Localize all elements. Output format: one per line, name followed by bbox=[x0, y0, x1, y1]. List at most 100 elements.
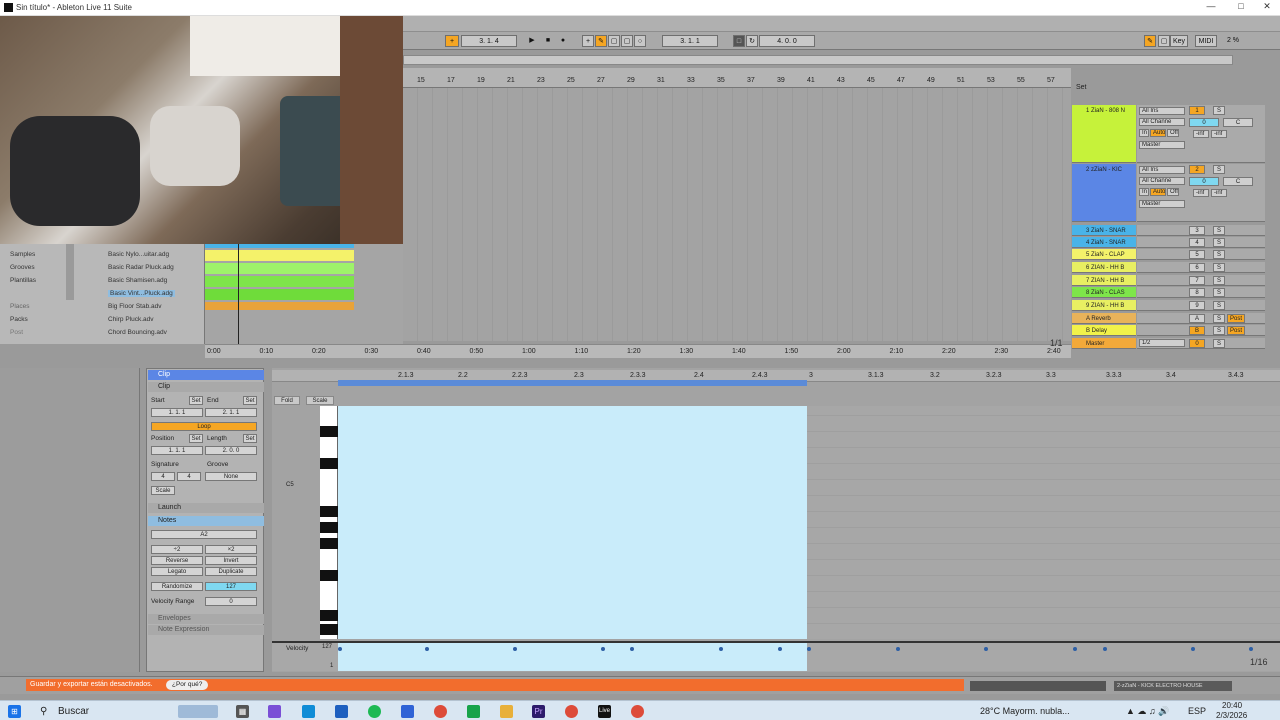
monitor-in-button[interactable]: In bbox=[1139, 188, 1149, 196]
output-select[interactable]: Master bbox=[1139, 200, 1185, 208]
velocity-marker[interactable] bbox=[338, 647, 342, 651]
stop-button[interactable]: ■ bbox=[542, 35, 554, 47]
length-set-button[interactable]: Set bbox=[243, 434, 257, 443]
note-name-field[interactable]: A2 bbox=[151, 530, 257, 539]
browser-file-item[interactable]: Basic Shamisen.adg bbox=[108, 277, 167, 284]
key-map-button[interactable]: Key bbox=[1170, 35, 1188, 47]
duplicate-button[interactable]: Duplicate bbox=[205, 567, 257, 576]
track-pan[interactable]: C bbox=[1223, 118, 1253, 127]
input-channel-select[interactable]: All Channe bbox=[1139, 118, 1185, 126]
browser-file-item[interactable]: Basic Nylo...uitar.adg bbox=[108, 251, 169, 258]
track-activator[interactable]: 3 bbox=[1189, 226, 1205, 235]
note-grid-inactive[interactable] bbox=[807, 406, 1280, 639]
track-header[interactable]: 7 ZIAN - HH B bbox=[1072, 275, 1136, 286]
browser-file-item[interactable]: Big Floor Stab.adv bbox=[108, 303, 161, 310]
position-set-button[interactable]: Set bbox=[189, 434, 203, 443]
language-indicator[interactable]: ESP bbox=[1188, 706, 1206, 716]
chrome-app-icon[interactable] bbox=[631, 705, 644, 718]
spotify-icon[interactable] bbox=[368, 705, 381, 718]
track-header[interactable]: B Delay bbox=[1072, 325, 1136, 336]
start-set-button[interactable]: Set bbox=[189, 396, 203, 405]
browser-file-item[interactable]: Chirp Pluck.adv bbox=[108, 316, 154, 323]
solo-button[interactable]: S bbox=[1213, 301, 1225, 310]
black-key[interactable] bbox=[320, 624, 338, 635]
computer-midi-button[interactable]: ▢ bbox=[1158, 35, 1170, 47]
monitor-off-button[interactable]: Off bbox=[1167, 129, 1179, 137]
velocity-active-region[interactable] bbox=[338, 643, 807, 671]
black-key[interactable] bbox=[320, 538, 338, 549]
browser-file-item[interactable]: Basic Radar Pluck.adg bbox=[108, 264, 174, 271]
taskbar-search[interactable]: Buscar bbox=[58, 706, 89, 717]
monitor-off-button[interactable]: Off bbox=[1167, 188, 1179, 196]
edge-icon[interactable] bbox=[302, 705, 315, 718]
randomize-amount[interactable]: 127 bbox=[205, 582, 257, 591]
automation-arm-button[interactable]: ✎ bbox=[595, 35, 607, 47]
velocity-marker[interactable] bbox=[896, 647, 900, 651]
black-key[interactable] bbox=[320, 506, 338, 517]
track-activator[interactable]: A bbox=[1189, 314, 1205, 323]
solo-button[interactable]: S bbox=[1213, 165, 1225, 174]
velocity-marker[interactable] bbox=[1191, 647, 1195, 651]
monitor-in-button[interactable]: In bbox=[1139, 129, 1149, 137]
premiere-icon[interactable]: Pr bbox=[532, 705, 545, 718]
piano-roll-keys[interactable] bbox=[320, 406, 338, 639]
draw-mode-button[interactable]: ✎ bbox=[1144, 35, 1156, 47]
track-activator[interactable]: 5 bbox=[1189, 250, 1205, 259]
record-button[interactable]: ● bbox=[557, 35, 569, 47]
solo-button[interactable]: S bbox=[1213, 238, 1225, 247]
track-activator[interactable]: 7 bbox=[1189, 276, 1205, 285]
track-activator[interactable]: 6 bbox=[1189, 263, 1205, 272]
track-header[interactable]: 8 ZiaN - CLAS bbox=[1072, 287, 1136, 298]
length-field[interactable]: 2. 0. 0 bbox=[205, 446, 257, 455]
envelopes-section[interactable]: Envelopes bbox=[148, 614, 264, 624]
weather-widget[interactable]: 28°C Mayorm. nubla... bbox=[980, 706, 1070, 716]
end-set-button[interactable]: Set bbox=[243, 396, 257, 405]
track-activator[interactable]: 8 bbox=[1189, 288, 1205, 297]
tray-icons[interactable]: ▲ ☁ ♫ 🔊 bbox=[1126, 706, 1169, 717]
play-button[interactable]: ▶ bbox=[526, 35, 538, 47]
reverse-button[interactable]: Reverse bbox=[151, 556, 203, 565]
velocity-marker[interactable] bbox=[513, 647, 517, 651]
velocity-marker[interactable] bbox=[778, 647, 782, 651]
solo-button[interactable]: S bbox=[1213, 288, 1225, 297]
half-tempo-button[interactable]: ÷2 bbox=[151, 545, 203, 554]
why-link[interactable]: ¿Por qué? bbox=[166, 680, 209, 690]
input-channel-select[interactable]: All Channe bbox=[1139, 177, 1185, 185]
input-type-select[interactable]: All Ins bbox=[1139, 166, 1185, 174]
mail-icon[interactable] bbox=[335, 705, 348, 718]
black-key[interactable] bbox=[320, 458, 338, 469]
velocity-marker[interactable] bbox=[630, 647, 634, 651]
legato-button[interactable]: Legato bbox=[151, 567, 203, 576]
track-header[interactable]: 1 ZiaN - 808 N bbox=[1072, 105, 1136, 163]
position-field[interactable]: 1. 1. 1 bbox=[151, 446, 203, 455]
track-header[interactable]: 4 ZiaN - SNAR bbox=[1072, 237, 1136, 248]
track-activator[interactable]: 9 bbox=[1189, 301, 1205, 310]
track-header[interactable]: 6 ZIAN - HH B bbox=[1072, 262, 1136, 273]
track-activator[interactable]: B bbox=[1189, 326, 1205, 335]
track-header[interactable]: A Reverb bbox=[1072, 313, 1136, 324]
close-button[interactable]: ✕ bbox=[1252, 1, 1280, 15]
clip-yellow[interactable] bbox=[205, 250, 354, 261]
clip-orange[interactable] bbox=[205, 302, 354, 310]
input-type-select[interactable]: All Ins bbox=[1139, 107, 1185, 115]
minimize-button[interactable]: — bbox=[1196, 1, 1226, 15]
track-activator[interactable]: 2 bbox=[1189, 165, 1205, 174]
category-samples[interactable]: Samples bbox=[10, 251, 35, 258]
sig-numerator[interactable]: 4 bbox=[151, 472, 175, 481]
track-header[interactable]: 5 ZiaN - CLAP bbox=[1072, 249, 1136, 260]
time-ruler[interactable]: 0:00 0:10 0:20 0:30 0:40 0:50 1:00 1:10 1:20 1:30… bbox=[205, 344, 1071, 358]
velocity-range-field[interactable]: 0 bbox=[205, 597, 257, 606]
solo-button[interactable]: S bbox=[1213, 339, 1225, 348]
monitor-auto-button[interactable]: Auto bbox=[1150, 129, 1166, 137]
app-icon[interactable] bbox=[467, 705, 480, 718]
arrangement-grid[interactable] bbox=[403, 88, 1071, 341]
midi-map-button[interactable]: MIDI bbox=[1195, 35, 1217, 47]
track-header[interactable]: 2 zZiaN - KIC bbox=[1072, 164, 1136, 222]
launch-section[interactable]: Launch bbox=[148, 503, 264, 513]
sig-denominator[interactable]: 4 bbox=[177, 472, 201, 481]
velocity-marker[interactable] bbox=[425, 647, 429, 651]
category-packs[interactable]: Packs bbox=[10, 316, 28, 323]
track-header[interactable]: Master bbox=[1072, 338, 1136, 349]
track-activator[interactable]: 4 bbox=[1189, 238, 1205, 247]
post-button[interactable]: Post bbox=[1227, 314, 1245, 323]
